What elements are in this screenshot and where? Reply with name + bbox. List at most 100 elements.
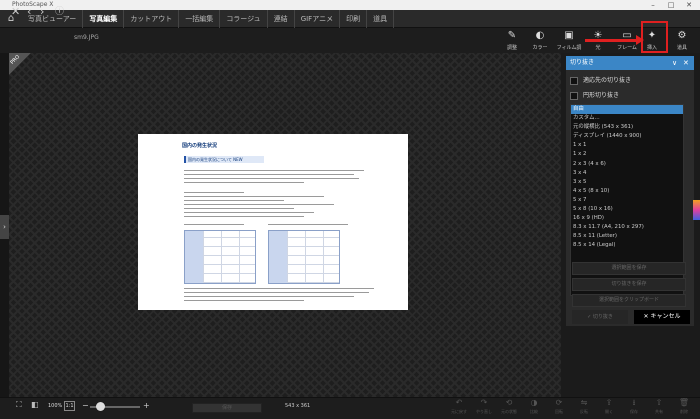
menu-tab[interactable]: カットアウト [124, 10, 180, 28]
split-view-icon[interactable]: ◧ [31, 400, 39, 409]
tool-color-button[interactable]: ◐ カラー [525, 28, 555, 53]
tool-label: カラー [532, 45, 548, 51]
bottom-tool-label: やり直し [476, 409, 492, 414]
bottom-tool-label: 元に戻す [451, 409, 467, 414]
menu-tab[interactable]: 写真編集 [83, 10, 125, 28]
text-line [184, 224, 244, 225]
crop-ratio-item[interactable]: 5 x 8 (10 x 16) [571, 205, 683, 214]
crop-ratio-item[interactable]: 3 x 5 [571, 178, 683, 187]
crop-ratio-item[interactable]: 1 x 1 [571, 141, 683, 150]
text-line [184, 178, 359, 179]
edited-image[interactable]: 国内の発生状況 国内の発生状況について NEW [138, 134, 408, 310]
zoom-slider-knob[interactable] [96, 402, 105, 411]
menu-tab[interactable]: 連結 [268, 10, 295, 28]
crop-ratio-item[interactable]: 自由 [571, 105, 683, 115]
bottom-tool-icon: ⭳ [632, 398, 636, 407]
annotation-arrow [585, 39, 641, 42]
crop-option-checkbox[interactable]: 円形切り抜き [570, 91, 690, 101]
crop-ratio-item[interactable]: カスタム... [571, 114, 683, 123]
menu-tab[interactable]: コラージュ [220, 10, 268, 28]
bottom-tool-icon: ⇪ [605, 398, 613, 407]
document-heading: 国内の発生状況 [182, 143, 218, 149]
zoom-out-icon[interactable]: − [82, 402, 89, 410]
text-line [184, 296, 354, 297]
data-table [268, 230, 340, 284]
crop-ok-button[interactable]: ✓ 切り抜き [572, 310, 628, 324]
crop-ratio-item[interactable]: 8.3 x 11.7 (A4, 210 x 297) [571, 223, 683, 232]
title-bar: PhotoScape X – □ ✕ [0, 0, 700, 10]
bottom-tool-button[interactable]: ⇪ 開く [596, 397, 622, 419]
crop-ratio-item[interactable]: 8.5 x 14 (Legal) [571, 241, 683, 250]
bottom-tool-icon: ◑ [530, 398, 538, 407]
close-window-icon[interactable]: ✕ [682, 0, 696, 10]
crop-panel-header: 切り抜き ∨ ✕ [566, 56, 694, 70]
bottom-tool-button[interactable]: ⇧ 共有 [646, 397, 672, 419]
checkbox[interactable] [570, 92, 578, 100]
menu-bar: ⌂ 写真ビューアー 写真編集 カットアウト 一括編集 コラージュ 連結 GIFアニメ 印刷 道具 [0, 10, 700, 28]
bottom-tool-button[interactable]: ↶ 元に戻す [446, 397, 472, 419]
tool-film-button[interactable]: ▣ フィルム調 [554, 28, 584, 53]
crop-ratio-item[interactable]: 8.5 x 11 (Letter) [571, 232, 683, 241]
crop-ratio-item[interactable]: 4 x 5 (8 x 10) [571, 187, 683, 196]
tools-icon: ⚙ [677, 30, 687, 41]
collapse-icon[interactable]: ∨ [672, 56, 677, 70]
file-name: sm9.JPG [74, 34, 99, 41]
bottom-tool-button[interactable]: ⟳ 回転 [546, 397, 572, 419]
actual-size-button[interactable]: 1:1 [64, 401, 75, 411]
save-area[interactable]: 保存 [192, 403, 262, 413]
crop-panel-title: 切り抜き [570, 59, 595, 66]
fit-icon[interactable]: ⛶ [16, 400, 22, 410]
save-crop-button[interactable]: 切り抜きを保存 [572, 278, 686, 291]
bottom-tool-button[interactable]: 🗑 削除 [671, 397, 697, 419]
text-line [184, 196, 324, 197]
close-panel-icon[interactable]: ✕ [683, 56, 689, 70]
text-line [184, 208, 294, 209]
text-line [184, 288, 374, 289]
previous-icon[interactable]: ‹ [27, 5, 31, 19]
zoom-in-icon[interactable]: + [143, 402, 150, 410]
bottom-tool-label: 比較 [530, 409, 538, 414]
crop-ratio-item[interactable]: 2 x 3 (4 x 6) [571, 160, 683, 169]
tool-tools-button[interactable]: ⚙ 道具 [667, 28, 697, 53]
crop-ratio-item[interactable]: 元の縦横比 (543 x 361) [571, 123, 683, 132]
text-line [184, 204, 334, 205]
menu-tab[interactable]: 道具 [367, 10, 395, 28]
maximize-icon[interactable]: □ [664, 0, 678, 10]
close-icon[interactable]: ✕ [11, 5, 20, 19]
bottom-tool-button[interactable]: ↷ やり直し [471, 397, 497, 419]
expand-left-panel-icon[interactable]: › [0, 215, 9, 239]
tool-edit-button[interactable]: ✎ 調整 [497, 28, 527, 53]
menu-tab[interactable]: 印刷 [340, 10, 368, 28]
info-icon[interactable]: ⓘ [55, 5, 64, 19]
text-line [268, 224, 348, 225]
bottom-tool-button[interactable]: ⟲ 元の状態 [496, 397, 522, 419]
bottom-tool-icon: ⟲ [505, 398, 513, 407]
copy-selection-button[interactable]: 選択範囲をクリップボード [572, 294, 686, 307]
tool-label: フィルム調 [556, 45, 582, 51]
text-line [184, 192, 244, 193]
menu-tab[interactable]: GIFアニメ [295, 10, 341, 28]
text-line [184, 292, 369, 293]
minimize-icon[interactable]: – [646, 0, 660, 10]
crop-ratio-item[interactable]: ディスプレイ (1440 x 900) [571, 132, 683, 141]
cancel-button[interactable]: ✕ キャンセル [634, 310, 690, 324]
next-icon[interactable]: › [40, 5, 44, 19]
menu-tab[interactable]: 一括編集 [179, 10, 221, 28]
bottom-tool-label: 元の状態 [501, 409, 517, 414]
save-selection-button[interactable]: 選択範囲を保存 [572, 262, 686, 275]
checkbox-label: 適応先の切り抜き [583, 77, 632, 84]
pro-badge: PRO [9, 53, 31, 75]
crop-ratio-item[interactable]: 1 x 2 [571, 150, 683, 159]
bottom-tool-label: 回転 [555, 409, 563, 414]
checkbox[interactable] [570, 77, 578, 85]
bottom-tool-button[interactable]: ⇋ 反転 [571, 397, 597, 419]
crop-ratio-item[interactable]: 16 x 9 (HD) [571, 214, 683, 223]
crop-ratio-item[interactable]: 5 x 7 [571, 196, 683, 205]
bottom-tool-icon: ⇧ [655, 398, 663, 407]
crop-ratio-item[interactable]: 3 x 4 [571, 169, 683, 178]
film-icon: ▣ [564, 30, 574, 41]
color-strip [693, 200, 700, 220]
bottom-tool-button[interactable]: ◑ 比較 [521, 397, 547, 419]
crop-option-checkbox[interactable]: 適応先の切り抜き [570, 76, 690, 86]
bottom-tool-button[interactable]: ⭳ 保存 [621, 397, 647, 419]
